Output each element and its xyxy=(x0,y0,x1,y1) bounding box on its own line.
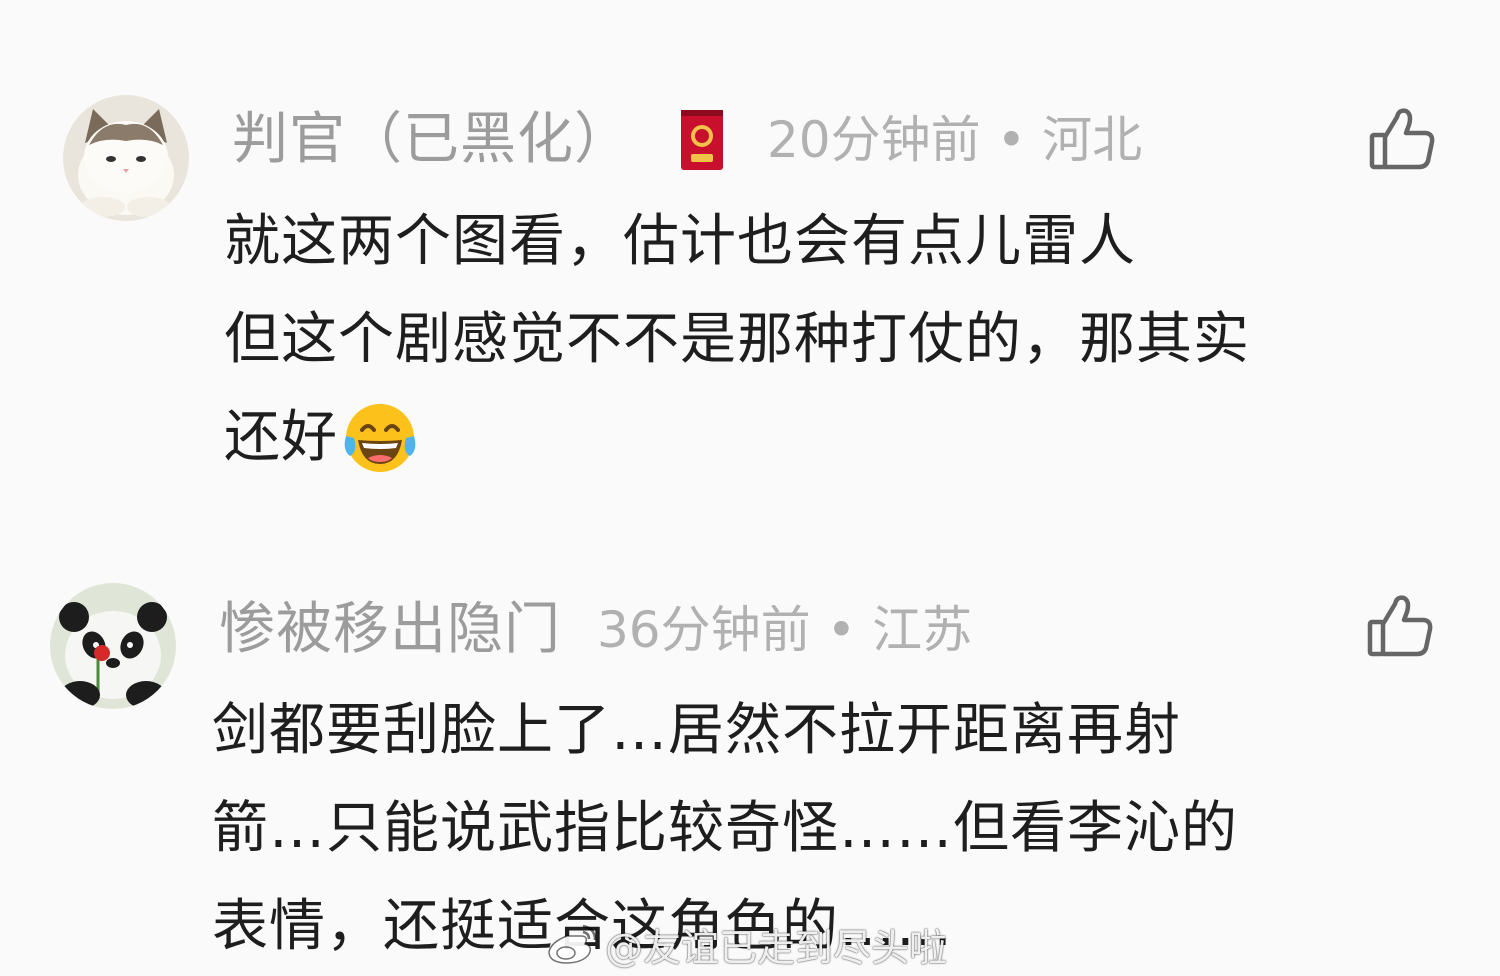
comment-line: 箭…只能说武指比较奇怪……但看李沁的 xyxy=(212,796,1238,861)
username[interactable]: 判官（已黑化） xyxy=(232,112,631,168)
comment-line: 还好 xyxy=(224,405,338,470)
comment-time: 20分钟前 xyxy=(767,111,981,169)
comment-body: 就这两个图看，估计也会有点儿雷人 但这个剧感觉不不是那种打仗的，那其实 还好 xyxy=(224,193,1250,487)
weibo-icon xyxy=(548,924,597,964)
meta-separator: • xyxy=(996,111,1027,169)
comment-line: 剑都要刮脸上了…居然不拉开距离再射 xyxy=(212,698,1181,763)
red-envelope-badge-icon xyxy=(681,110,723,170)
meta-separator: • xyxy=(826,601,857,659)
comment-meta: 36分钟前 • 江苏 xyxy=(597,605,972,655)
watermark-text: @友谊已走到尽头啦 xyxy=(605,925,948,970)
laughing-tears-emoji-icon xyxy=(344,404,416,472)
thumbs-up-icon[interactable] xyxy=(1364,590,1436,662)
comment-location: 江苏 xyxy=(872,601,973,659)
avatar[interactable] xyxy=(63,95,189,221)
thumbs-up-icon[interactable] xyxy=(1366,103,1438,175)
comment-header: 惨被移出隐门 36分钟前 • 江苏 xyxy=(219,598,972,662)
comment-meta: 20分钟前 • 河北 xyxy=(767,115,1142,165)
comment-time: 36分钟前 xyxy=(597,601,811,659)
comment-line: 就这两个图看，估计也会有点儿雷人 xyxy=(224,209,1136,274)
comment-line-with-emoji: 还好 xyxy=(224,389,1250,487)
avatar[interactable] xyxy=(50,583,176,709)
comment-line: 但这个剧感觉不不是那种打仗的，那其实 xyxy=(224,307,1250,372)
comment-location: 河北 xyxy=(1042,111,1143,169)
comment-header: 判官（已黑化） 20分钟前 • 河北 xyxy=(232,108,1142,172)
username[interactable]: 惨被移出隐门 xyxy=(219,602,561,658)
watermark: @友谊已走到尽头啦 xyxy=(545,912,947,976)
